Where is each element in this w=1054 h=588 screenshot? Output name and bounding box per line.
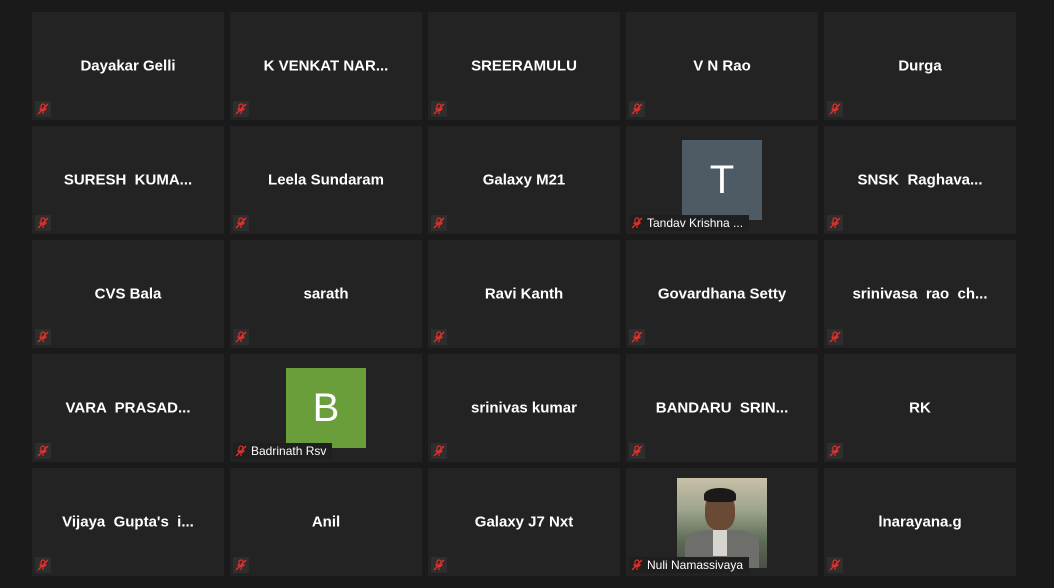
mic-muted-icon [233, 329, 249, 345]
mic-muted-icon [35, 329, 51, 345]
participant-label: Badrinath Rsv [233, 443, 333, 459]
participant-name: SNSK Raghava... [857, 171, 983, 189]
participant-name: Galaxy J7 Nxt [474, 513, 574, 531]
participant-name: K VENKAT NAR... [263, 57, 389, 75]
participant-name: Leela Sundaram [268, 171, 384, 189]
participant-name: Ravi Kanth [484, 285, 564, 303]
mic-muted-icon [629, 329, 645, 345]
mic-muted-icon [827, 329, 843, 345]
mic-muted-icon [431, 101, 447, 117]
participant-name: BANDARU SRIN... [655, 399, 789, 417]
participant-tile[interactable]: lnarayana.g [824, 468, 1016, 576]
participant-tile[interactable]: Govardhana Setty [626, 240, 818, 348]
photo-collar [713, 530, 727, 556]
participant-label: Nuli Namassivaya [629, 557, 750, 573]
participant-tile[interactable]: B Badrinath Rsv [230, 354, 422, 462]
photo-hair [704, 488, 736, 502]
participant-name: Durga [898, 57, 942, 75]
participant-tile[interactable]: Leela Sundaram [230, 126, 422, 234]
mic-muted-icon [629, 101, 645, 117]
participant-name: srinivasa rao ch... [852, 285, 988, 303]
mic-muted-icon [629, 443, 645, 459]
participant-tile[interactable]: T Tandav Krishna ... [626, 126, 818, 234]
participant-name: lnarayana.g [878, 513, 962, 531]
participant-tile[interactable]: SURESH KUMA... [32, 126, 224, 234]
participant-tile[interactable]: Anil [230, 468, 422, 576]
participant-tile[interactable]: SREERAMULU [428, 12, 620, 120]
participant-tile[interactable]: Dayakar Gelli [32, 12, 224, 120]
mic-muted-icon [431, 557, 447, 573]
participant-tile[interactable]: K VENKAT NAR... [230, 12, 422, 120]
participant-tile[interactable]: Ravi Kanth [428, 240, 620, 348]
participant-tile[interactable]: SNSK Raghava... [824, 126, 1016, 234]
participant-name: Galaxy M21 [482, 171, 566, 189]
mic-muted-icon [431, 443, 447, 459]
participant-name: Anil [311, 513, 341, 531]
mic-muted-icon [827, 443, 843, 459]
participant-tile[interactable]: srinivasa rao ch... [824, 240, 1016, 348]
participant-tile[interactable]: Galaxy J7 Nxt [428, 468, 620, 576]
mic-muted-icon [233, 215, 249, 231]
participant-tile[interactable]: CVS Bala [32, 240, 224, 348]
participant-tile[interactable]: VARA PRASAD... [32, 354, 224, 462]
participant-name: SREERAMULU [471, 57, 577, 75]
mic-muted-icon [431, 329, 447, 345]
mic-muted-icon [629, 557, 645, 573]
mic-muted-icon [35, 557, 51, 573]
mic-muted-icon [233, 443, 249, 459]
mic-muted-icon [827, 215, 843, 231]
participant-name: Nuli Namassivaya [647, 558, 744, 572]
avatar: T [682, 140, 762, 220]
participant-tile[interactable]: Galaxy M21 [428, 126, 620, 234]
participant-tile[interactable]: BANDARU SRIN... [626, 354, 818, 462]
participant-name: V N Rao [693, 57, 751, 75]
participant-name: Dayakar Gelli [80, 57, 176, 75]
participant-tile[interactable]: Nuli Namassivaya [626, 468, 818, 576]
mic-muted-icon [827, 101, 843, 117]
participant-name: VARA PRASAD... [65, 399, 191, 417]
participant-name: CVS Bala [94, 285, 162, 303]
participant-grid: Dayakar Gelli K VENKAT NAR... SREERAMULU… [32, 12, 1016, 576]
participant-name: Tandav Krishna ... [647, 216, 744, 230]
avatar: B [286, 368, 366, 448]
participant-name: Vijaya Gupta's i... [62, 513, 194, 531]
participant-name: sarath [303, 285, 349, 303]
mic-muted-icon [233, 101, 249, 117]
mic-muted-icon [827, 557, 843, 573]
mic-muted-icon [431, 215, 447, 231]
participant-name: RK [909, 399, 931, 417]
participant-tile[interactable]: sarath [230, 240, 422, 348]
participant-name: Govardhana Setty [657, 285, 787, 303]
participant-tile[interactable]: V N Rao [626, 12, 818, 120]
mic-muted-icon [233, 557, 249, 573]
participant-name: srinivas kumar [471, 399, 577, 417]
participant-label: Tandav Krishna ... [629, 215, 750, 231]
participant-tile[interactable]: RK [824, 354, 1016, 462]
mic-muted-icon [35, 215, 51, 231]
participant-tile[interactable]: Durga [824, 12, 1016, 120]
participant-tile[interactable]: srinivas kumar [428, 354, 620, 462]
mic-muted-icon [35, 443, 51, 459]
participant-name: Badrinath Rsv [251, 444, 327, 458]
mic-muted-icon [629, 215, 645, 231]
participant-tile[interactable]: Vijaya Gupta's i... [32, 468, 224, 576]
mic-muted-icon [35, 101, 51, 117]
profile-photo [677, 478, 767, 568]
participant-name: SURESH KUMA... [63, 171, 193, 189]
